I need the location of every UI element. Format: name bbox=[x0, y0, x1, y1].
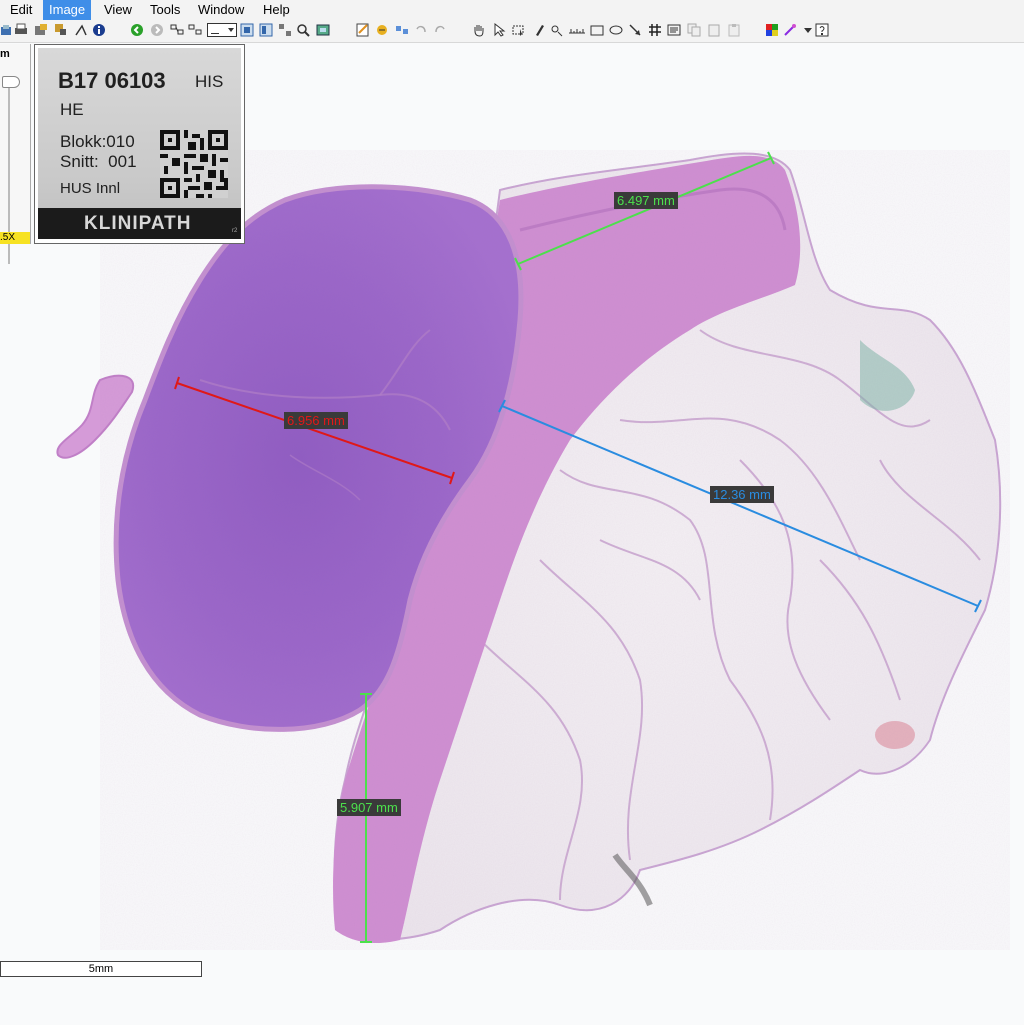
block-number: Blokk:010 bbox=[60, 132, 135, 151]
grid-icon[interactable] bbox=[648, 23, 662, 37]
zoom-level: .5X bbox=[0, 232, 30, 244]
ruler-icon[interactable] bbox=[568, 23, 586, 37]
slide-label-image: B17 06103 HIS HE Blokk:010 Snitt: 001 HU… bbox=[38, 48, 241, 239]
slide-label-thumbnail[interactable]: B17 06103 HIS HE Blokk:010 Snitt: 001 HU… bbox=[34, 44, 245, 244]
zoom-fit-icon[interactable] bbox=[54, 23, 68, 37]
copy-icon[interactable] bbox=[687, 23, 701, 37]
rectangle-icon[interactable] bbox=[590, 23, 604, 37]
open-icon[interactable] bbox=[0, 23, 14, 37]
section-number: Snitt: 001 bbox=[60, 152, 137, 171]
text-icon[interactable] bbox=[667, 23, 681, 37]
select-icon[interactable] bbox=[493, 23, 507, 37]
menu-tools[interactable]: Tools bbox=[144, 0, 186, 20]
measurement-label-3: 12.36 mm bbox=[710, 486, 774, 503]
menu-window[interactable]: Window bbox=[192, 0, 250, 20]
measurement-label-1: 6.497 mm bbox=[614, 192, 678, 209]
navigator-panel: m .5X bbox=[0, 44, 31, 264]
clipboard-icon[interactable] bbox=[727, 23, 741, 37]
scale-bar: 5mm bbox=[0, 961, 202, 977]
snapshot-icon[interactable] bbox=[316, 23, 330, 37]
forward-icon[interactable] bbox=[150, 23, 164, 37]
label-brand-band: KLINIPATH r2 bbox=[38, 208, 241, 239]
ellipse-icon[interactable] bbox=[609, 23, 623, 37]
layout2-icon[interactable] bbox=[188, 23, 202, 37]
magic-icon[interactable] bbox=[783, 23, 797, 37]
site: HUS Innl bbox=[60, 180, 121, 197]
help-icon[interactable] bbox=[815, 23, 829, 37]
measurement-label-4: 5.907 mm bbox=[337, 799, 401, 816]
redo-icon[interactable] bbox=[433, 23, 447, 37]
undo-icon[interactable] bbox=[414, 23, 428, 37]
export-icon[interactable] bbox=[34, 23, 48, 37]
brand: KLINIPATH bbox=[84, 213, 192, 234]
zoom-slider-thumb[interactable] bbox=[2, 76, 20, 88]
case-id: B17 06103 bbox=[58, 68, 166, 93]
color-icon[interactable] bbox=[765, 23, 779, 37]
stain: HE bbox=[60, 100, 84, 119]
toolbar bbox=[0, 20, 1024, 43]
measurement-label-2: 6.956 mm bbox=[284, 412, 348, 429]
zoom-tool-icon[interactable] bbox=[74, 23, 88, 37]
menu-image[interactable]: Image bbox=[43, 0, 92, 20]
layout-icon[interactable] bbox=[170, 23, 184, 37]
pen-icon[interactable] bbox=[532, 23, 546, 37]
menu-edit[interactable]: Edit bbox=[4, 0, 38, 20]
annotate-icon[interactable] bbox=[356, 23, 370, 37]
info-icon[interactable] bbox=[92, 23, 106, 37]
print-icon[interactable] bbox=[14, 23, 28, 37]
pan-icon[interactable] bbox=[472, 23, 486, 37]
stitch-icon[interactable] bbox=[375, 23, 389, 37]
probe-icon[interactable] bbox=[550, 23, 564, 37]
magnifier-icon[interactable] bbox=[296, 23, 310, 37]
qr-code bbox=[160, 130, 228, 198]
corner-mark: r2 bbox=[232, 228, 238, 234]
grid-view-icon[interactable] bbox=[278, 23, 292, 37]
menu-help[interactable]: Help bbox=[257, 0, 296, 20]
single-view-icon[interactable] bbox=[240, 23, 254, 37]
view-mode-dropdown[interactable] bbox=[207, 23, 237, 37]
arrow-icon[interactable] bbox=[628, 23, 642, 37]
department: HIS bbox=[195, 72, 224, 91]
navigator-label: m bbox=[0, 48, 10, 60]
menu-view[interactable]: View bbox=[98, 0, 138, 20]
dual-view-icon[interactable] bbox=[259, 23, 273, 37]
sync-icon[interactable] bbox=[395, 23, 409, 37]
select-region-icon[interactable] bbox=[512, 23, 526, 37]
dropdown-icon[interactable] bbox=[801, 23, 815, 37]
menu-bar: Edit Image View Tools Window Help bbox=[0, 0, 1024, 20]
paste-icon[interactable] bbox=[707, 23, 721, 37]
back-icon[interactable] bbox=[130, 23, 144, 37]
